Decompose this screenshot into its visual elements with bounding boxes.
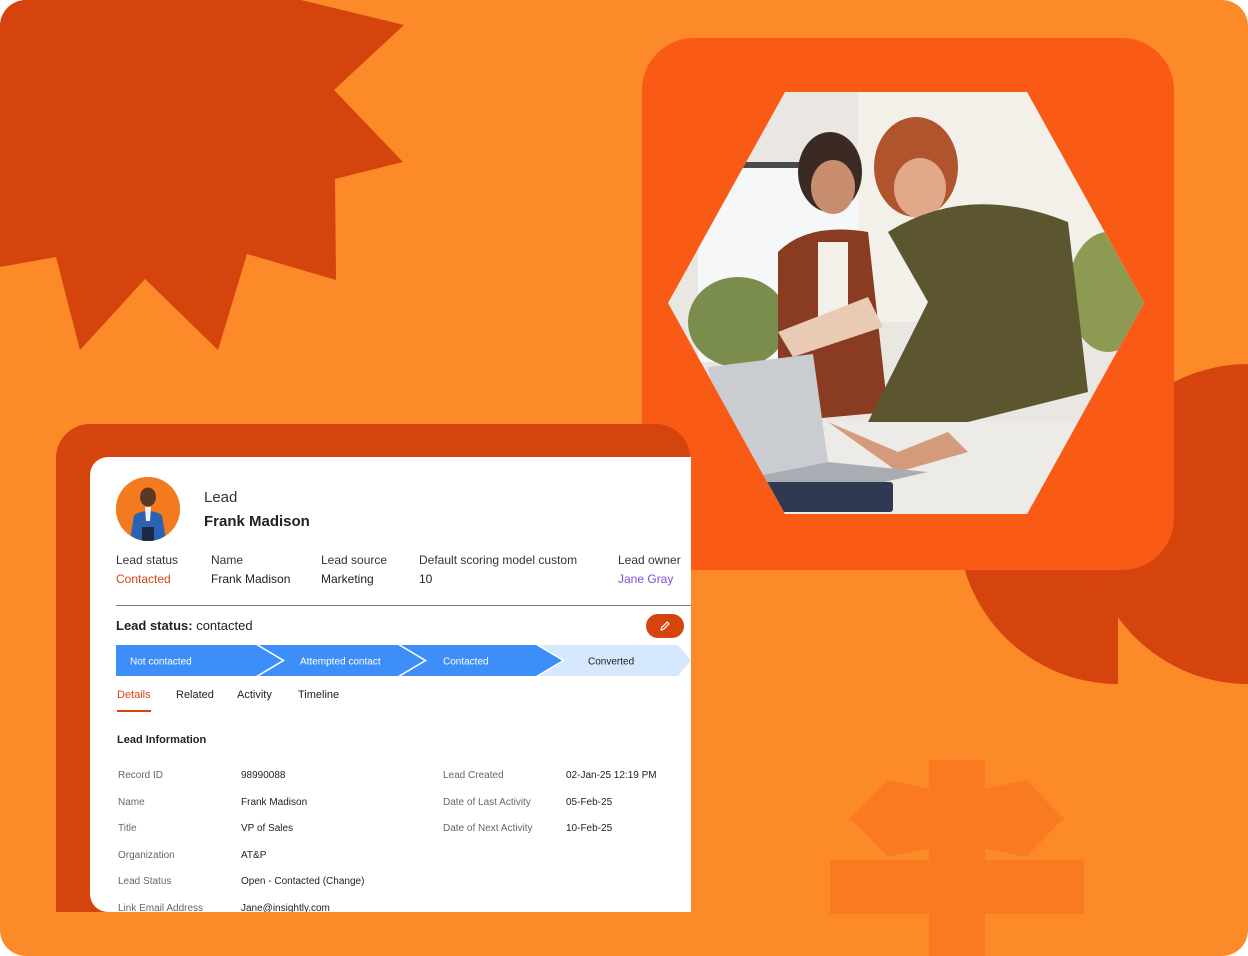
detail-lead-status-value: Open - Contacted (Change) (241, 876, 365, 887)
last-activity-value: 05-Feb-25 (566, 797, 613, 808)
scoring-model-value: 10 (419, 572, 433, 586)
lead-source-label: Lead source (321, 553, 388, 567)
email-label: Link Email Address (118, 903, 204, 912)
lead-created-value: 02-Jan-25 12:19 PM (566, 770, 657, 781)
tab-activity[interactable]: Activity (237, 689, 272, 701)
record-id-value: 98990088 (241, 770, 286, 781)
organization-value: AT&P (241, 850, 267, 861)
lead-name-heading: Frank Madison (204, 513, 310, 530)
stage-converted-label: Converted (588, 657, 634, 668)
stage-attempted-contact-label: Attempted contact (300, 657, 381, 668)
pipeline-stages: Not contacted Attempted contact Contacte… (116, 645, 691, 676)
marketing-canvas: Lead Frank Madison Lead status Contacted… (0, 0, 1248, 956)
next-activity-value: 10-Feb-25 (566, 823, 613, 834)
lead-status-value: Contacted (116, 572, 171, 586)
lead-status-label: Lead status (116, 553, 179, 567)
lead-information-heading: Lead Information (117, 734, 207, 746)
stage-not-contacted-label: Not contacted (130, 657, 192, 668)
organization-label: Organization (118, 850, 175, 861)
pencil-icon (660, 621, 670, 631)
starburst-shape (0, 0, 404, 350)
tab-related[interactable]: Related (176, 689, 214, 701)
lead-owner-link[interactable]: Jane Gray (618, 572, 673, 586)
asterisk-shape (830, 760, 1084, 956)
stage-contacted-label: Contacted (443, 657, 489, 668)
name-label: Name (211, 553, 244, 567)
edit-status-button[interactable] (646, 614, 684, 638)
lead-status-summary-value: contacted (196, 618, 253, 633)
record-type-label: Lead (204, 489, 238, 506)
lead-source-value: Marketing (321, 572, 374, 586)
detail-name-value: Frank Madison (241, 797, 308, 808)
lead-record-card: Lead Frank Madison Lead status Contacted… (90, 457, 691, 912)
title-label: Title (118, 823, 137, 834)
detail-name-label: Name (118, 797, 145, 808)
header-divider (116, 605, 691, 606)
scoring-model-label: Default scoring model custom (419, 553, 578, 567)
last-activity-label: Date of Last Activity (443, 797, 531, 808)
lead-status-summary-label: Lead status: (116, 618, 193, 633)
lead-owner-label: Lead owner (618, 553, 681, 567)
next-activity-label: Date of Next Activity (443, 823, 533, 834)
name-value: Frank Madison (211, 572, 291, 586)
avatar (116, 477, 180, 541)
lead-created-label: Lead Created (443, 770, 504, 781)
lead-status-summary: Lead status: contacted (116, 618, 253, 633)
record-id-label: Record ID (118, 770, 164, 781)
detail-lead-status-label: Lead Status (118, 876, 172, 887)
active-tab-indicator (117, 710, 151, 712)
tab-timeline[interactable]: Timeline (298, 689, 339, 701)
tab-details[interactable]: Details (117, 689, 151, 701)
email-value[interactable]: Jane@insightly.com (241, 903, 330, 912)
title-value: VP of Sales (241, 823, 294, 834)
team-photo (668, 92, 1144, 514)
